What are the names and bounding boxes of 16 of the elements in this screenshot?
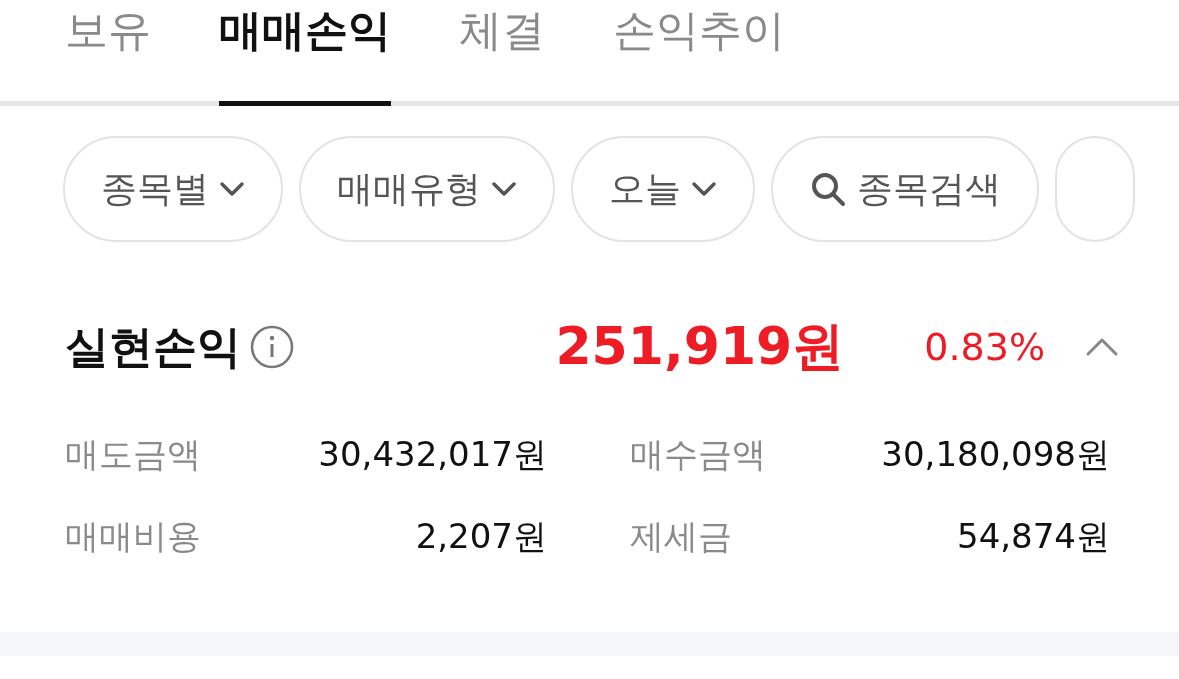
detail-label: 매도금액 (65, 433, 202, 476)
profit-amount: 251,919원 (555, 315, 845, 378)
filter-dropdown[interactable]: 매매유형 (299, 136, 555, 242)
detail-label: 매매비용 (65, 515, 202, 558)
detail-value: 54,874원 (956, 515, 1110, 558)
filter-dropdown[interactable]: 오늘 (571, 136, 755, 242)
tab[interactable]: 매매손익 (219, 0, 391, 106)
detail-label: 매수금액 (630, 433, 767, 476)
summary-title: 실현손익 (65, 319, 241, 374)
profit-rate: 0.83% (924, 325, 1045, 369)
detail-value: 30,180,098원 (880, 433, 1110, 476)
detail-value: 2,207원 (414, 515, 547, 558)
detail-value: 30,432,017원 (317, 433, 547, 476)
detail-label: 제세금 (630, 515, 733, 558)
search-chip[interactable]: 종목검색 (771, 136, 1039, 242)
filter-dropdown[interactable]: 종목별 (63, 136, 283, 242)
